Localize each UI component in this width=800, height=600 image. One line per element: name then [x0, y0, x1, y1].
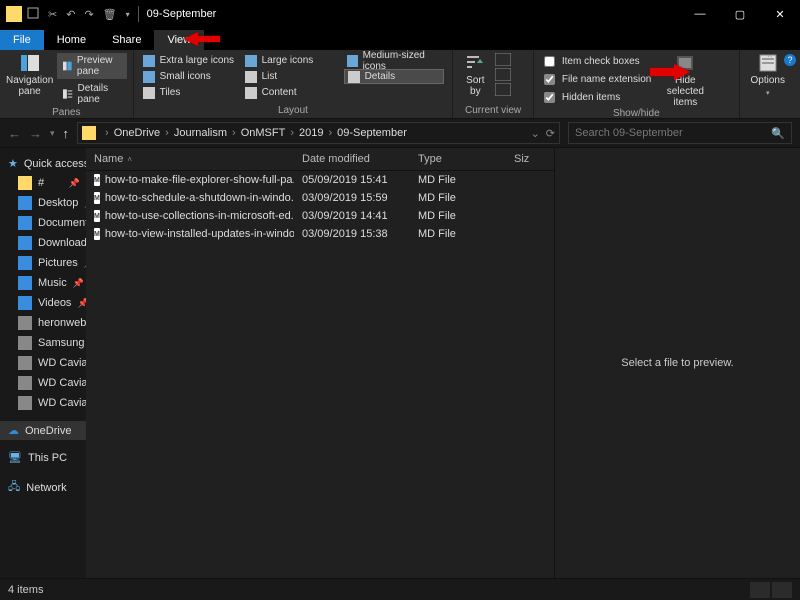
- explorer-icon: [6, 6, 22, 22]
- preview-pane-button[interactable]: Preview pane: [57, 53, 126, 79]
- tab-view[interactable]: View: [154, 30, 204, 50]
- layout-extra-large[interactable]: Extra large icons: [140, 53, 240, 68]
- sidebar-music[interactable]: Music📌: [0, 273, 86, 293]
- back-button[interactable]: ←: [8, 126, 21, 141]
- status-bar: 4 items: [0, 578, 800, 600]
- tab-file[interactable]: File: [0, 30, 44, 50]
- tab-home[interactable]: Home: [44, 30, 99, 50]
- show-hide-label: Show/hide: [540, 108, 733, 121]
- title-bar: ✂ ↶ ↷ 🗑 ▾ 09-September — ▢ ✕: [0, 0, 800, 28]
- panes-label: Panes: [6, 107, 127, 120]
- sidebar-wd3[interactable]: WD Caviar Greer📌: [0, 393, 86, 413]
- sidebar-quick-access[interactable]: ★Quick access: [0, 154, 86, 173]
- column-headers[interactable]: Name˄ Date modified Type Siz: [86, 148, 554, 171]
- navigation-pane-button[interactable]: Navigation pane: [6, 53, 53, 107]
- layout-small[interactable]: Small icons: [140, 69, 240, 84]
- table-row[interactable]: Mhow-to-view-installed-updates-in-windo.…: [86, 225, 554, 243]
- navigation-sidebar: ★Quick access #📌 Desktop📌 Documents📌 Dow…: [0, 148, 86, 578]
- pc-icon: 🖥: [8, 451, 22, 464]
- md-file-icon: M: [94, 228, 100, 240]
- qat-properties-icon[interactable]: [27, 7, 39, 22]
- search-icon: 🔍: [771, 127, 785, 140]
- md-file-icon: M: [94, 174, 100, 186]
- file-pane: Name˄ Date modified Type Siz Mhow-to-mak…: [86, 148, 800, 578]
- sidebar-desktop[interactable]: Desktop📌: [0, 193, 86, 213]
- search-box[interactable]: Search 09-September 🔍: [568, 122, 792, 144]
- forward-button[interactable]: →: [29, 126, 42, 141]
- star-icon: ★: [8, 157, 18, 170]
- details-pane-button[interactable]: Details pane: [57, 81, 126, 107]
- file-list: Name˄ Date modified Type Siz Mhow-to-mak…: [86, 148, 554, 578]
- maximize-button[interactable]: ▢: [720, 0, 760, 28]
- status-text: 4 items: [8, 584, 43, 596]
- close-button[interactable]: ✕: [760, 0, 800, 28]
- layout-label: Layout: [140, 105, 447, 118]
- ribbon-tabs: File Home Share View: [0, 28, 800, 50]
- hide-selected-button[interactable]: Hide selected items: [659, 53, 711, 108]
- table-row[interactable]: Mhow-to-make-file-explorer-show-full-pa.…: [86, 171, 554, 189]
- window-controls: — ▢ ✕: [680, 0, 800, 28]
- ribbon-help-icon[interactable]: ?: [784, 54, 796, 66]
- minimize-button[interactable]: —: [680, 0, 720, 28]
- sidebar-onedrive[interactable]: ☁OneDrive: [0, 421, 86, 440]
- address-dropdown-icon[interactable]: ⌄: [531, 127, 540, 140]
- sidebar-hash[interactable]: #📌: [0, 173, 86, 193]
- recent-dropdown[interactable]: ▾: [50, 128, 55, 139]
- table-row[interactable]: Mhow-to-use-collections-in-microsoft-ed.…: [86, 207, 554, 225]
- qat-undo-icon[interactable]: ↶: [66, 8, 75, 21]
- md-file-icon: M: [94, 192, 100, 204]
- qat-delete-icon[interactable]: 🗑: [103, 8, 117, 21]
- ribbon-view: ⌃ ? Navigation pane Preview pane Details…: [0, 50, 800, 119]
- table-row[interactable]: Mhow-to-schedule-a-shutdown-in-windo...0…: [86, 189, 554, 207]
- view-details-icon[interactable]: [750, 582, 770, 598]
- hidden-items-toggle[interactable]: Hidden items: [540, 89, 652, 106]
- address-bar[interactable]: ›OneDrive ›Journalism ›OnMSFT ›2019 ›09-…: [77, 122, 560, 144]
- title-separator: [138, 6, 139, 22]
- layout-list[interactable]: List: [242, 69, 342, 84]
- up-button[interactable]: ↑: [63, 126, 70, 141]
- sidebar-pictures[interactable]: Pictures📌: [0, 253, 86, 273]
- item-check-boxes-toggle[interactable]: Item check boxes: [540, 53, 652, 70]
- sort-by-button[interactable]: Sort by: [459, 53, 491, 97]
- window-title: 09-September: [147, 8, 217, 20]
- sidebar-videos[interactable]: Videos📌: [0, 293, 86, 313]
- sidebar-heronweb[interactable]: heronweb (\\192📌: [0, 313, 86, 333]
- qat-dropdown-icon[interactable]: ▾: [126, 10, 130, 19]
- quick-access-toolbar: ✂ ↶ ↷ 🗑 ▾: [27, 7, 130, 22]
- sidebar-network[interactable]: 🖧Network: [0, 475, 86, 500]
- explorer-body: ★Quick access #📌 Desktop📌 Documents📌 Dow…: [0, 148, 800, 578]
- preview-pane: Select a file to preview.: [554, 148, 800, 578]
- current-view-extra[interactable]: [495, 53, 511, 97]
- sidebar-samsung[interactable]: Samsung 850 EV📌: [0, 333, 86, 353]
- tab-share[interactable]: Share: [99, 30, 154, 50]
- onedrive-icon: ☁: [8, 424, 19, 437]
- layout-picker: Extra large icons Large icons Medium-siz…: [140, 53, 447, 100]
- file-name-extensions-toggle[interactable]: File name extension: [540, 71, 652, 88]
- current-view-label: Current view: [459, 105, 527, 118]
- qat-redo-icon[interactable]: ↷: [84, 8, 93, 21]
- view-thumbnails-icon[interactable]: [772, 582, 792, 598]
- sidebar-wd1[interactable]: WD Caviar Black📌: [0, 353, 86, 373]
- md-file-icon: M: [94, 210, 100, 222]
- refresh-icon[interactable]: ⟳: [546, 127, 555, 140]
- sort-indicator-icon: ˄: [127, 155, 132, 164]
- sidebar-wd2[interactable]: WD Caviar Black📌: [0, 373, 86, 393]
- layout-tiles[interactable]: Tiles: [140, 85, 240, 100]
- sidebar-downloads[interactable]: Downloads📌: [0, 233, 86, 253]
- network-icon: 🖧: [8, 478, 20, 497]
- layout-medium[interactable]: Medium-sized icons: [344, 53, 444, 68]
- layout-content[interactable]: Content: [242, 85, 342, 100]
- layout-details[interactable]: Details: [344, 69, 444, 84]
- ribbon-collapse-icon[interactable]: ⌃: [766, 54, 774, 66]
- qat-cut-icon[interactable]: ✂: [48, 8, 57, 21]
- sidebar-documents[interactable]: Documents📌: [0, 213, 86, 233]
- layout-large[interactable]: Large icons: [242, 53, 342, 68]
- sidebar-this-pc[interactable]: 🖥This PC: [0, 448, 86, 467]
- folder-icon: [82, 126, 96, 140]
- address-row: ← → ▾ ↑ ›OneDrive ›Journalism ›OnMSFT ›2…: [0, 119, 800, 148]
